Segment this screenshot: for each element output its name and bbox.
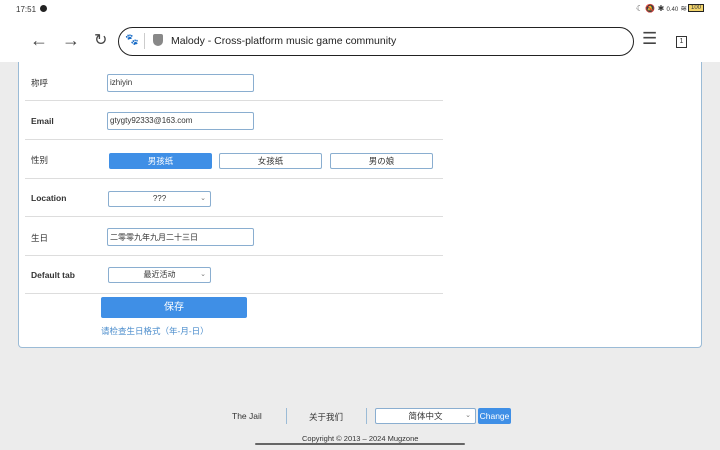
shield-icon[interactable]	[153, 34, 163, 46]
gender-option-otokonoko[interactable]: 男の娘	[330, 153, 433, 169]
language-value: 简体中文	[408, 411, 443, 421]
battery-icon: 100	[688, 4, 705, 12]
page-title: Malody - Cross-platform music game commu…	[171, 35, 397, 47]
status-bar: 17:51 ☾ 🔕 ✱ 0.40 ≋ 100	[0, 0, 720, 20]
chevron-down-icon: ⌄	[200, 271, 206, 278]
birthday-row: 生日 二零零九年九月二十三日	[25, 217, 443, 256]
location-value: ???	[152, 194, 167, 203]
default-tab-select[interactable]: 最近活动 ⌄	[108, 267, 211, 283]
notification-icon	[40, 5, 47, 12]
gesture-bar[interactable]	[255, 443, 465, 445]
nickname-row: 称呼 izhiyin	[25, 62, 443, 101]
divider	[286, 408, 287, 424]
forward-icon[interactable]: →	[62, 30, 80, 51]
email-label: Email	[31, 116, 54, 126]
status-time: 17:51	[16, 5, 37, 14]
gender-label: 性别	[31, 155, 49, 165]
about-link[interactable]: 关于我们	[309, 411, 343, 423]
address-bar[interactable]: 🐾 Malody - Cross-platform music game com…	[118, 27, 634, 56]
email-row: Email gtygty92333@163.com	[25, 101, 443, 140]
gender-option-boy[interactable]: 男孩纸	[109, 153, 212, 169]
default-tab-row: Default tab 最近活动 ⌄	[25, 256, 443, 294]
the-jail-link[interactable]: The Jail	[232, 411, 262, 421]
nickname-label: 称呼	[31, 78, 49, 88]
nickname-input[interactable]: izhiyin	[107, 74, 254, 92]
birthday-label: 生日	[31, 233, 49, 243]
save-button[interactable]: 保存	[101, 297, 247, 318]
tab-count[interactable]: 1	[676, 36, 687, 48]
profile-form: 称呼 izhiyin Email gtygty92333@163.com 性别 …	[18, 62, 702, 348]
default-tab-value: 最近活动	[143, 270, 176, 279]
gender-row: 性别 男孩纸 女孩纸 男の娘	[25, 140, 443, 179]
footer: The Jail 关于我们 简体中文 ⌄ Change Copyright © 2…	[0, 405, 720, 450]
email-input[interactable]: gtygty92333@163.com	[107, 112, 254, 130]
location-select[interactable]: ??? ⌄	[108, 191, 211, 207]
gender-option-girl[interactable]: 女孩纸	[219, 153, 322, 169]
chevron-down-icon: ⌄	[200, 195, 206, 202]
baidu-paw-icon[interactable]: 🐾	[125, 33, 139, 46]
location-label: Location	[31, 193, 67, 203]
birthday-input[interactable]: 二零零九年九月二十三日	[107, 228, 254, 246]
location-row: Location ??? ⌄	[25, 179, 443, 217]
menu-icon[interactable]: ☰	[642, 29, 657, 49]
copyright: Copyright © 2013 – 2024 Mugzone	[302, 434, 419, 443]
birthday-format-error: 请检查生日格式（年-月-日）	[101, 326, 209, 336]
reload-icon[interactable]: ↻	[94, 30, 107, 50]
network-speed: 0.40	[666, 7, 679, 13]
divider	[366, 408, 367, 424]
default-tab-label: Default tab	[31, 270, 75, 280]
chevron-down-icon: ⌄	[465, 412, 471, 419]
back-icon[interactable]: ←	[30, 30, 48, 51]
status-icons: ☾ 🔕 ✱ 0.40 ≋	[636, 4, 688, 13]
divider	[144, 33, 145, 49]
change-language-button[interactable]: Change	[478, 408, 511, 424]
language-select[interactable]: 简体中文 ⌄	[375, 408, 476, 424]
